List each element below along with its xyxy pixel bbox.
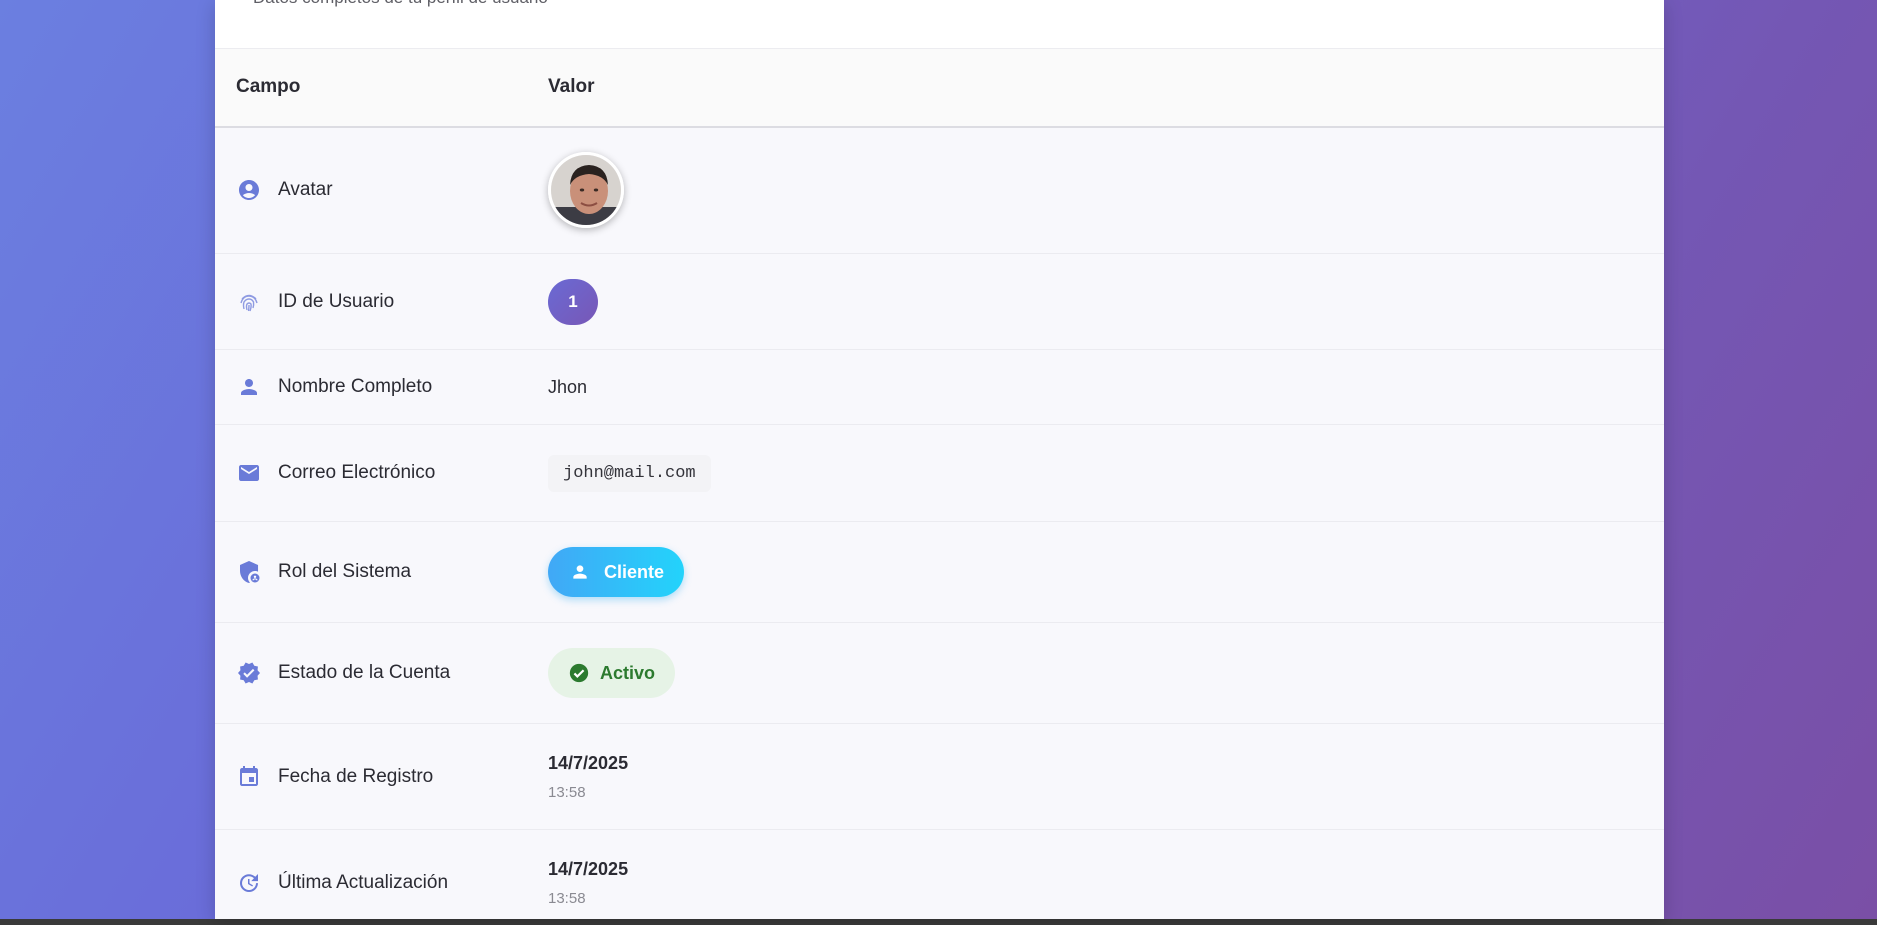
created-date: 14/7/2025 — [548, 752, 629, 773]
fingerprint-icon — [236, 289, 262, 315]
header-value: Valor — [548, 48, 1664, 128]
updated-time: 13:58 — [548, 889, 586, 907]
field-cell: Rol del Sistema — [215, 522, 548, 623]
field-cell: Nombre Completo — [215, 350, 548, 425]
profile-card: Datos completos de tu perfil de usuario … — [215, 0, 1664, 919]
table-row-created: Fecha de Registro 14/7/2025 13:58 — [215, 723, 1664, 830]
field-cell: Fecha de Registro — [215, 724, 548, 830]
field-cell: Correo Electrónico — [215, 425, 548, 522]
value-cell: 14/7/2025 13:58 — [548, 830, 1664, 920]
value-cell: Cliente — [548, 522, 1664, 623]
status-chip: Activo — [548, 648, 676, 698]
admin-shield-icon — [236, 559, 262, 585]
verified-badge-icon — [236, 660, 262, 686]
table-row-avatar: Avatar — [215, 126, 1664, 254]
table-header-row: Campo Valor — [215, 48, 1664, 128]
table-row-role: Rol del Sistema Cliente — [215, 521, 1664, 623]
bottom-strip — [0, 919, 1877, 925]
field-cell: Estado de la Cuenta — [215, 623, 548, 724]
table-row-email: Correo Electrónico john@mail.com — [215, 424, 1664, 522]
field-cell: Última Actualización — [215, 830, 548, 920]
table-row-status: Estado de la Cuenta Activo — [215, 622, 1664, 724]
profile-table: Campo Valor Avatar ID de Usuario 1 Nombr… — [215, 48, 1664, 919]
value-cell — [548, 127, 1664, 254]
person-icon — [573, 565, 587, 579]
card-header: Datos completos de tu perfil de usuario — [215, 0, 1664, 48]
person-icon — [236, 374, 262, 400]
value-cell: john@mail.com — [548, 425, 1664, 522]
value-cell: Jhon — [548, 350, 1664, 425]
updated-date: 14/7/2025 — [548, 858, 629, 879]
field-label: Estado de la Cuenta — [278, 662, 451, 683]
status-label: Activo — [600, 662, 656, 683]
account-circle-icon — [236, 177, 262, 203]
table-row-id: ID de Usuario 1 — [215, 253, 1664, 350]
field-label: Rol del Sistema — [278, 561, 412, 582]
role-label: Cliente — [604, 561, 665, 582]
field-label: ID de Usuario — [278, 290, 395, 312]
avatar — [548, 152, 624, 229]
field-label: Última Actualización — [278, 871, 449, 893]
field-label: Nombre Completo — [278, 376, 433, 397]
email-value: john@mail.com — [548, 454, 711, 492]
table-row-updated: Última Actualización 14/7/2025 13:58 — [215, 829, 1664, 920]
field-cell: Avatar — [215, 127, 548, 254]
header-field: Campo — [215, 48, 548, 128]
field-label: Correo Electrónico — [278, 462, 436, 483]
field-cell: ID de Usuario — [215, 254, 548, 350]
card-subtitle: Datos completos de tu perfil de usuario — [253, 0, 548, 8]
user-id-badge: 1 — [548, 278, 598, 325]
table-row-name: Nombre Completo Jhon — [215, 349, 1664, 425]
mail-icon — [236, 460, 262, 486]
value-cell: 1 — [548, 254, 1664, 350]
full-name-value: Jhon — [548, 376, 588, 397]
calendar-icon — [236, 764, 262, 790]
update-icon — [236, 870, 262, 896]
value-cell: 14/7/2025 13:58 — [548, 724, 1664, 830]
role-chip: Cliente — [548, 547, 685, 597]
field-label: Fecha de Registro — [278, 765, 434, 787]
check-circle-icon — [569, 663, 589, 683]
value-cell: Activo — [548, 623, 1664, 724]
created-time: 13:58 — [548, 783, 586, 801]
field-label: Avatar — [278, 179, 333, 201]
